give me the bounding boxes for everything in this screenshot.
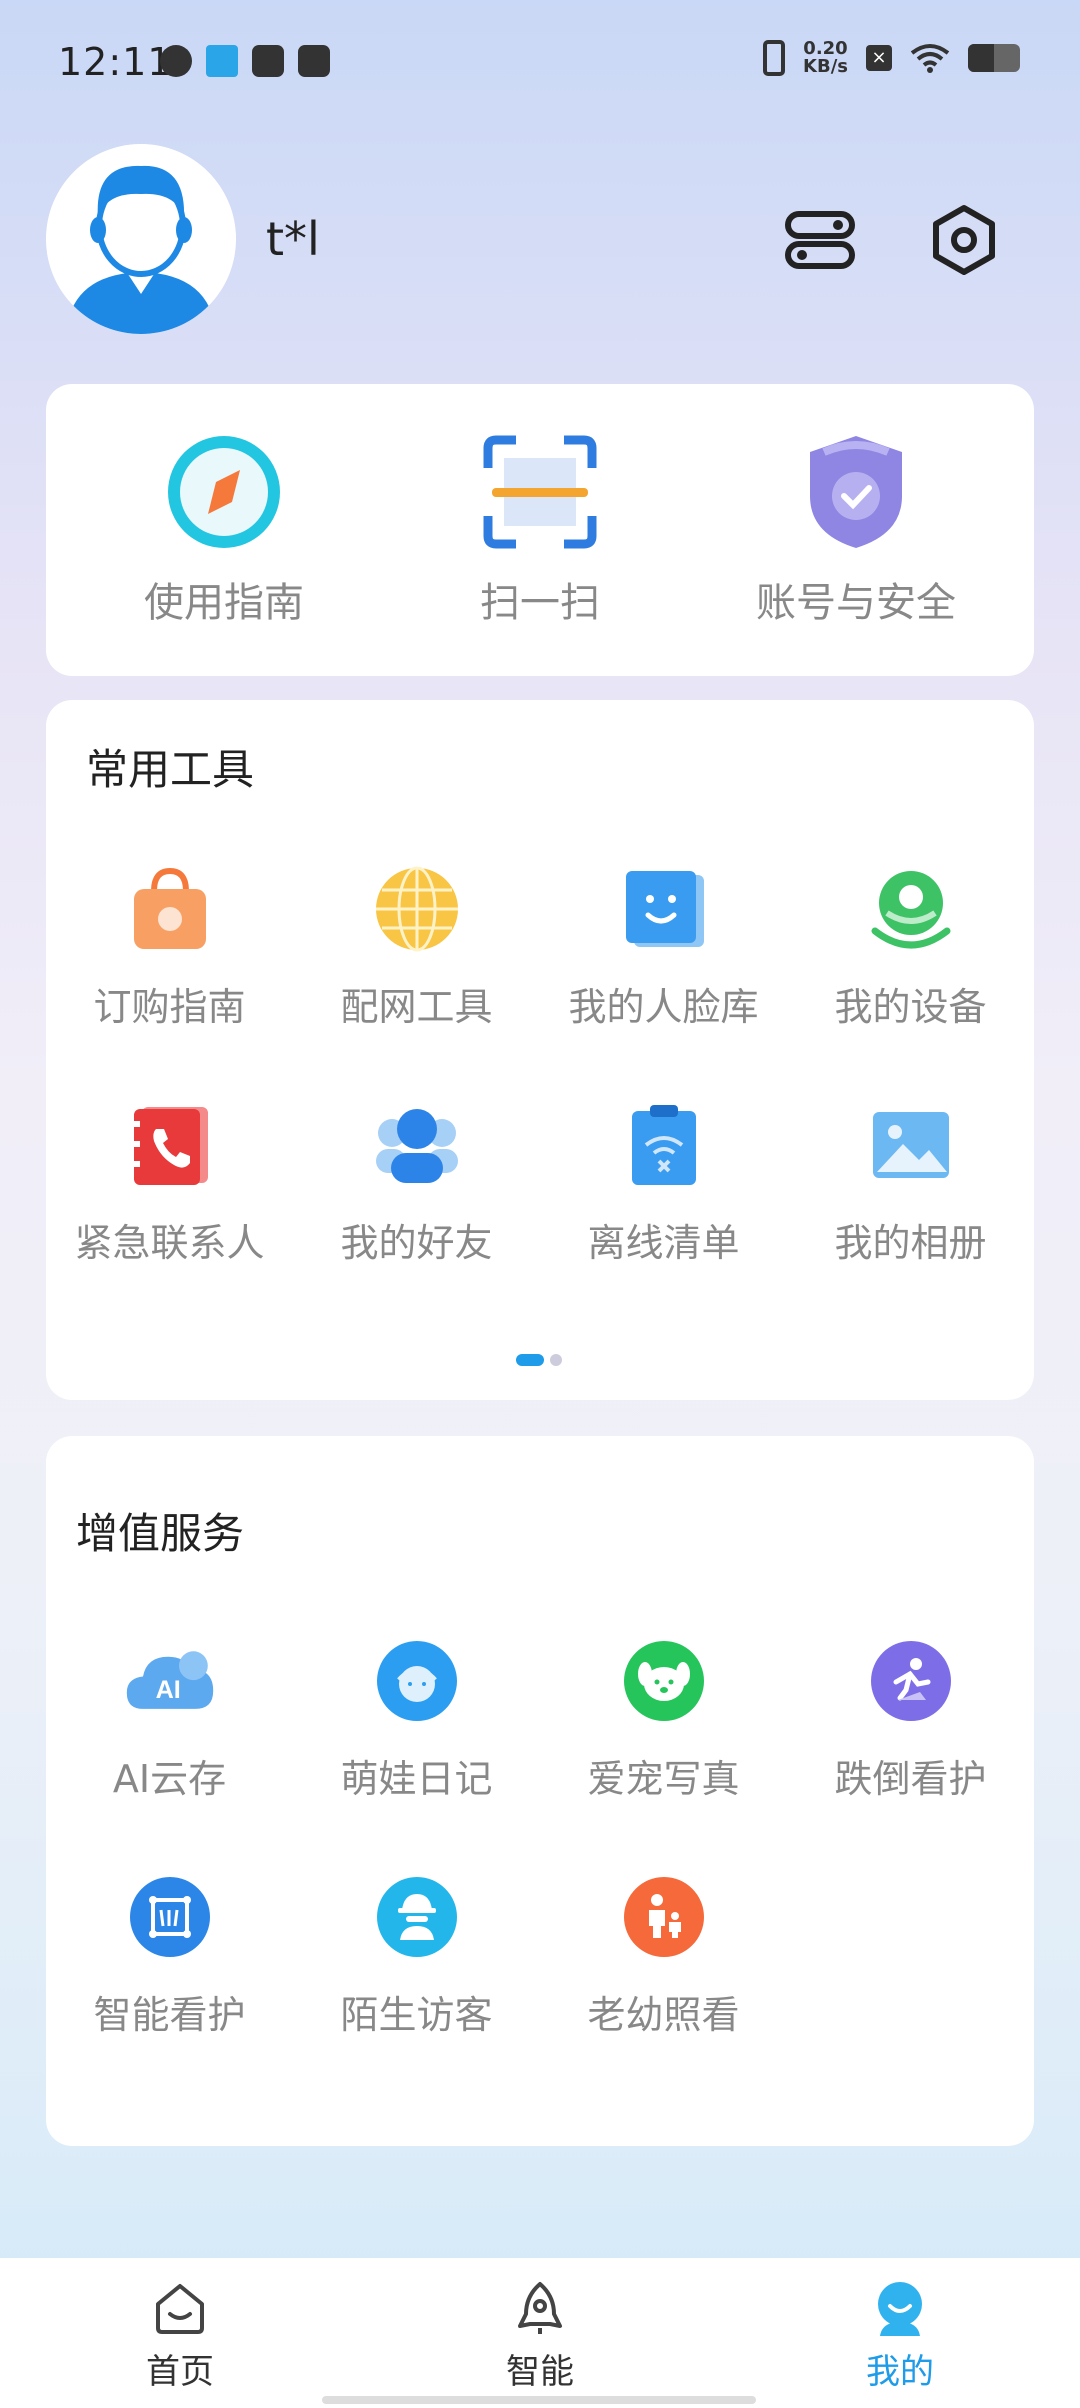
- bottom-nav: 首页 智能 我的: [0, 2258, 1080, 2408]
- shopping-bag-icon: [133, 867, 206, 949]
- page-dot: [550, 1354, 562, 1366]
- network-speed: 0.20 KB/s: [803, 38, 848, 77]
- calendar-notification-icon: [298, 45, 330, 77]
- tool-network-config[interactable]: 配网工具: [293, 854, 540, 1090]
- shield-icon: [810, 436, 902, 548]
- tool-my-friends[interactable]: 我的好友: [293, 1090, 540, 1326]
- common-tools-card: 常用工具 订购指南 配网工具 我的人脸库 我的设备 紧急联系人 我的好友 离线清…: [46, 700, 1034, 1400]
- face-icon: [625, 871, 704, 947]
- wifi-icon: [910, 44, 950, 73]
- settings-button[interactable]: [924, 200, 1004, 280]
- toggle-settings-button[interactable]: [780, 200, 860, 280]
- tools-grid: 订购指南 配网工具 我的人脸库 我的设备 紧急联系人 我的好友 离线清单 我的相…: [46, 854, 1034, 1326]
- elder-child-icon: [623, 1877, 704, 1957]
- service-elder-child-care[interactable]: 老幼照看: [540, 1862, 787, 2098]
- scan-icon: [483, 435, 597, 549]
- offline-list-icon: [631, 1105, 696, 1185]
- album-icon: [872, 1112, 949, 1178]
- mail-notification-icon: [252, 45, 284, 77]
- page-dot-active: [516, 1354, 544, 1366]
- system-icons: 0.20 KB/s ×: [763, 40, 1020, 76]
- sliders-icon: [785, 211, 855, 269]
- camera-device-icon: [871, 871, 950, 949]
- notification-icons: [160, 45, 330, 77]
- stranger-icon: [376, 1877, 457, 1957]
- nav-smart[interactable]: 智能: [360, 2258, 720, 2408]
- vibrate-icon: [763, 40, 786, 76]
- smart-care-icon: [129, 1877, 210, 1957]
- quick-item-guide[interactable]: 使用指南: [74, 384, 374, 676]
- username[interactable]: t*l: [266, 212, 320, 266]
- phone-book-icon: [129, 1107, 208, 1185]
- tool-offline-list[interactable]: 离线清单: [540, 1090, 787, 1326]
- service-ai-cloud[interactable]: AI AI云存: [46, 1626, 293, 1862]
- quick-actions-card: 使用指南 扫一扫 账号与安全: [46, 384, 1034, 676]
- section-title-tools: 常用工具: [86, 745, 255, 794]
- profile-icon: [878, 2282, 922, 2336]
- home-indicator[interactable]: [322, 2396, 756, 2404]
- status-time: 12:11: [58, 40, 173, 84]
- battery-icon: [968, 44, 1020, 72]
- service-fall-care[interactable]: 跌倒看护: [787, 1626, 1034, 1862]
- service-smart-care[interactable]: 智能看护: [46, 1862, 293, 2098]
- rocket-icon: [518, 2282, 562, 2334]
- baby-icon: [376, 1641, 457, 1721]
- globe-icon: [375, 866, 458, 952]
- app-notification-icon: [160, 45, 192, 77]
- nav-home[interactable]: 首页: [0, 2258, 360, 2408]
- section-title-services: 增值服务: [76, 1509, 245, 1558]
- home-icon: [156, 2284, 204, 2334]
- compass-icon: [168, 436, 280, 548]
- fall-icon: [870, 1641, 951, 1721]
- ai-cloud-icon: AI: [126, 1651, 213, 1709]
- value-added-services-card: 增值服务 AI AI云存 萌娃日记 爱宠写真 跌倒看护 智能看护 陌生访客 老幼…: [46, 1436, 1034, 2146]
- hexagon-gear-icon: [933, 205, 995, 275]
- svg-text:AI: AI: [155, 1676, 180, 1704]
- service-baby-diary[interactable]: 萌娃日记: [293, 1626, 540, 1862]
- no-sim-icon: ×: [866, 45, 892, 71]
- page-indicator: [516, 1354, 562, 1366]
- tool-emergency-contacts[interactable]: 紧急联系人: [46, 1090, 293, 1326]
- friends-icon: [375, 1109, 458, 1183]
- tool-face-library[interactable]: 我的人脸库: [540, 854, 787, 1090]
- status-bar: 12:11 0.20 KB/s ×: [0, 0, 1080, 130]
- avatar[interactable]: [46, 144, 236, 334]
- quick-item-scan[interactable]: 扫一扫: [390, 384, 690, 676]
- service-pet-photo[interactable]: 爱宠写真: [540, 1626, 787, 1862]
- send-notification-icon: [206, 45, 238, 77]
- tool-my-devices[interactable]: 我的设备: [787, 854, 1034, 1090]
- nav-mine[interactable]: 我的: [720, 2258, 1080, 2408]
- tool-order-guide[interactable]: 订购指南: [46, 854, 293, 1090]
- user-avatar-icon: [46, 144, 236, 334]
- tool-my-album[interactable]: 我的相册: [787, 1090, 1034, 1326]
- service-stranger-visitor[interactable]: 陌生访客: [293, 1862, 540, 2098]
- pet-icon: [623, 1641, 704, 1721]
- quick-item-account-security[interactable]: 账号与安全: [706, 384, 1006, 676]
- services-grid: AI AI云存 萌娃日记 爱宠写真 跌倒看护 智能看护 陌生访客 老幼照看: [46, 1626, 1034, 2098]
